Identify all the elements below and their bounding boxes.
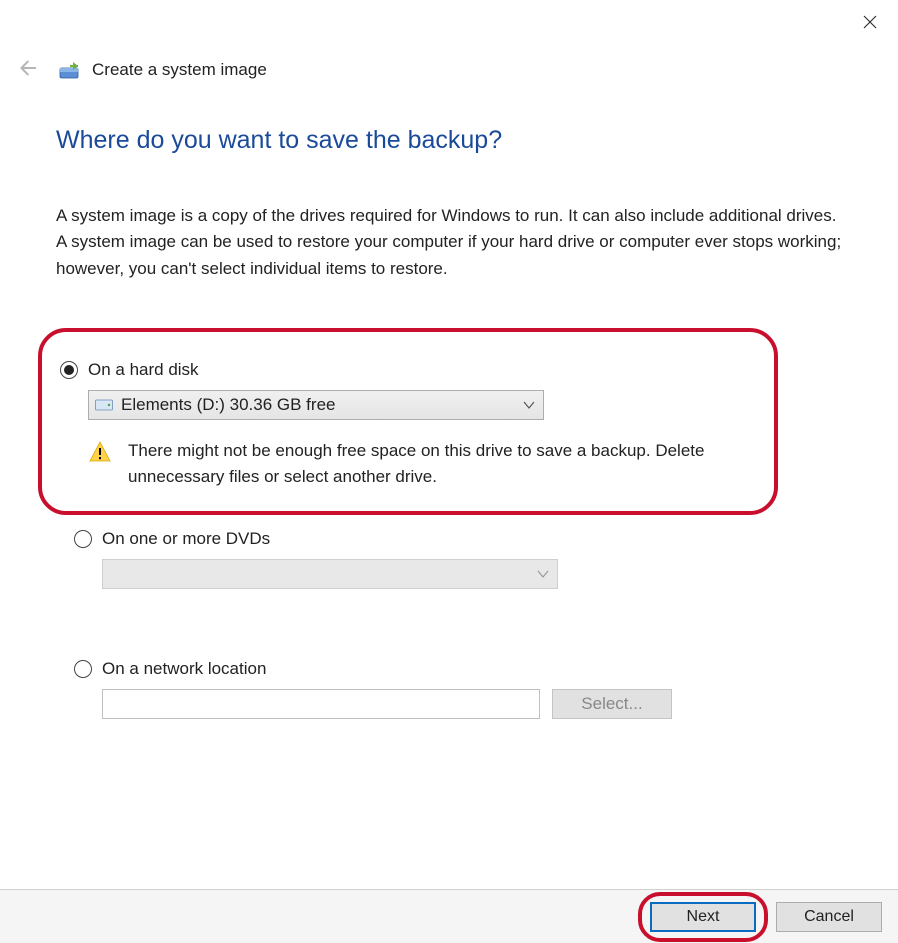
chevron-down-icon: [537, 564, 549, 584]
radio-dvd[interactable]: [74, 530, 92, 548]
dropdown-dvd[interactable]: [102, 559, 558, 589]
cancel-button[interactable]: Cancel: [776, 902, 882, 932]
page-heading: Where do you want to save the backup?: [56, 126, 860, 155]
highlight-harddisk-option: On a hard disk Elements (D:) 30.36 GB fr…: [38, 328, 778, 515]
wizard-header: Create a system image: [12, 56, 886, 84]
dropdown-hard-disk[interactable]: Elements (D:) 30.36 GB free: [88, 390, 544, 420]
close-icon: [863, 15, 877, 34]
back-arrow-icon: [15, 57, 37, 84]
page-description: A system image is a copy of the drives r…: [56, 203, 846, 282]
wizard-title: Create a system image: [92, 60, 267, 80]
select-network-button[interactable]: Select...: [552, 689, 672, 719]
label-hard-disk: On a hard disk: [88, 360, 199, 380]
content-area: Where do you want to save the backup? A …: [56, 126, 860, 719]
close-button[interactable]: [858, 12, 882, 36]
label-network: On a network location: [102, 659, 266, 679]
dialog-footer: Next Cancel: [0, 889, 898, 943]
option-dvd: On one or more DVDs: [56, 529, 860, 589]
option-network: On a network location Select...: [56, 659, 860, 719]
system-image-icon: [58, 58, 82, 82]
radio-network[interactable]: [74, 660, 92, 678]
radio-hard-disk[interactable]: [60, 361, 78, 379]
warning-message: There might not be enough free space on …: [128, 438, 738, 489]
next-button[interactable]: Next: [650, 902, 756, 932]
back-button[interactable]: [12, 56, 40, 84]
network-path-input[interactable]: [102, 689, 540, 719]
highlight-next-button: Next: [638, 892, 768, 942]
dropdown-selected-value: Elements (D:) 30.36 GB free: [121, 395, 335, 415]
hard-drive-icon: [95, 398, 113, 412]
label-dvd: On one or more DVDs: [102, 529, 270, 549]
chevron-down-icon: [523, 395, 535, 415]
warning-triangle-icon: [88, 440, 112, 464]
